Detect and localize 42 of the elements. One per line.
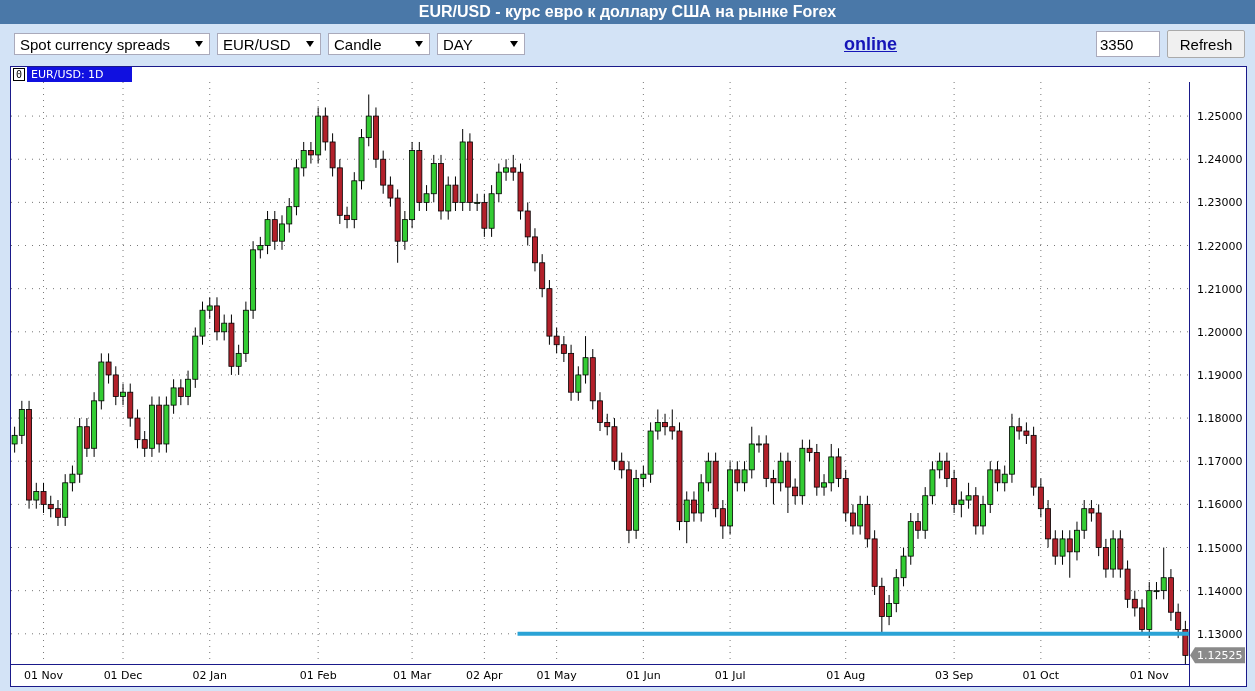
dropdown[interactable]: Spot currency spreads [14, 33, 210, 55]
dropdown[interactable]: DAY [437, 33, 525, 55]
y-axis-label: 1.24000 [1197, 153, 1243, 167]
x-axis-label: 01 Nov [1129, 669, 1169, 682]
y-axis-label: 1.14000 [1197, 584, 1243, 598]
y-axis-label: 1.13000 [1197, 627, 1243, 641]
x-axis-label: 01 Dec [103, 669, 143, 682]
x-axis-label: 02 Apr [466, 669, 503, 682]
y-axis-label: 1.22000 [1197, 239, 1243, 253]
caret-icon [415, 41, 423, 47]
chart-tab[interactable]: EUR/USD: 1D [27, 67, 132, 82]
x-axis-label: 01 Feb [299, 669, 337, 682]
dropdown[interactable]: Candle [328, 33, 430, 55]
x-axis-label: 01 Nov [24, 669, 63, 682]
y-axis-label: 1.15000 [1197, 541, 1243, 555]
x-axis-label: 01 Jun [626, 669, 661, 682]
x-axis-label: 01 Oct [1022, 669, 1060, 682]
dropdown[interactable]: EUR/USD [217, 33, 321, 55]
price-tag: 1.12525 [1190, 647, 1245, 664]
online-link[interactable]: online [844, 33, 897, 55]
horizontal-line[interactable] [517, 631, 1189, 636]
y-axis-label: 1.25000 [1197, 110, 1243, 124]
y-axis-label: 1.18000 [1197, 412, 1243, 426]
y-axis-label: 1.16000 [1197, 498, 1243, 512]
y-axis-label: 1.19000 [1197, 368, 1243, 382]
page-title: EUR/USD - курс евро к доллару США на рынке Forex [418, 3, 837, 21]
y-axis-label: 1.21000 [1197, 282, 1243, 296]
x-axis-label: 01 May [536, 669, 577, 682]
refresh-button[interactable]: Refresh [1167, 30, 1245, 58]
x-axis-label: 01 Aug [826, 669, 866, 682]
x-axis-label: 01 Jul [714, 669, 746, 682]
caret-icon [195, 41, 203, 47]
window-number: 0 [13, 68, 26, 81]
y-axis-label: 1.20000 [1197, 325, 1243, 339]
x-axis-label: 01 Mar [392, 669, 432, 682]
y-axis-label: 1.17000 [1197, 455, 1243, 469]
count-field[interactable]: 3350 [1096, 31, 1160, 57]
caret-icon [306, 41, 314, 47]
x-axis-label: 03 Sep [935, 669, 974, 682]
y-axis-label: 1.23000 [1197, 196, 1243, 210]
caret-icon [510, 41, 518, 47]
x-axis-label: 02 Jan [192, 669, 227, 682]
